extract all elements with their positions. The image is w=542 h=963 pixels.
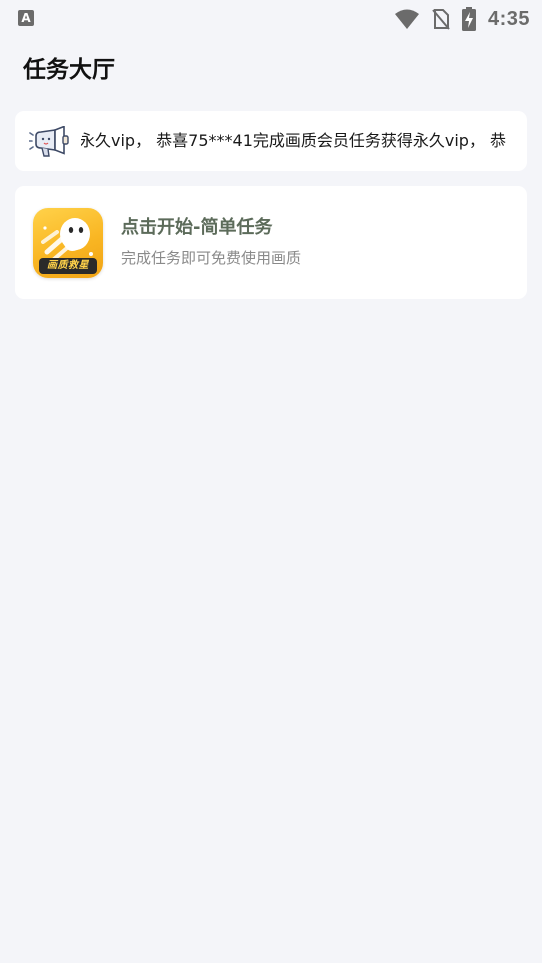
- task-title: 点击开始-简单任务: [121, 217, 273, 238]
- task-description: 完成任务即可免费使用画质: [121, 249, 302, 267]
- notification-app-icon: A: [18, 10, 34, 26]
- notice-marquee-viewport: 得永久vip， 恭喜75***41完成画质会员任务获得永久vip， 恭: [81, 111, 511, 171]
- notice-marquee-card: 得永久vip， 恭喜75***41完成画质会员任务获得永久vip， 恭: [15, 111, 527, 171]
- huazhi-jiuxing-app-icon: 画质救星: [33, 208, 103, 278]
- clock-time: 4:35: [487, 7, 530, 30]
- notice-marquee-text: 得永久vip， 恭喜75***41完成画质会员任务获得永久vip， 恭: [81, 131, 507, 150]
- app-icon-label: 画质救星: [39, 258, 97, 274]
- no-sim-icon: [432, 9, 450, 30]
- status-icons: 4:35: [394, 6, 530, 32]
- status-bar: A 4:35: [0, 0, 542, 38]
- battery-charging-icon: [461, 7, 476, 31]
- megaphone-icon: [29, 126, 69, 157]
- wifi-icon: [394, 9, 419, 29]
- page-title: 任务大厅: [23, 57, 115, 83]
- task-card[interactable]: 画质救星 点击开始-简单任务 完成任务即可免费使用画质: [15, 186, 527, 299]
